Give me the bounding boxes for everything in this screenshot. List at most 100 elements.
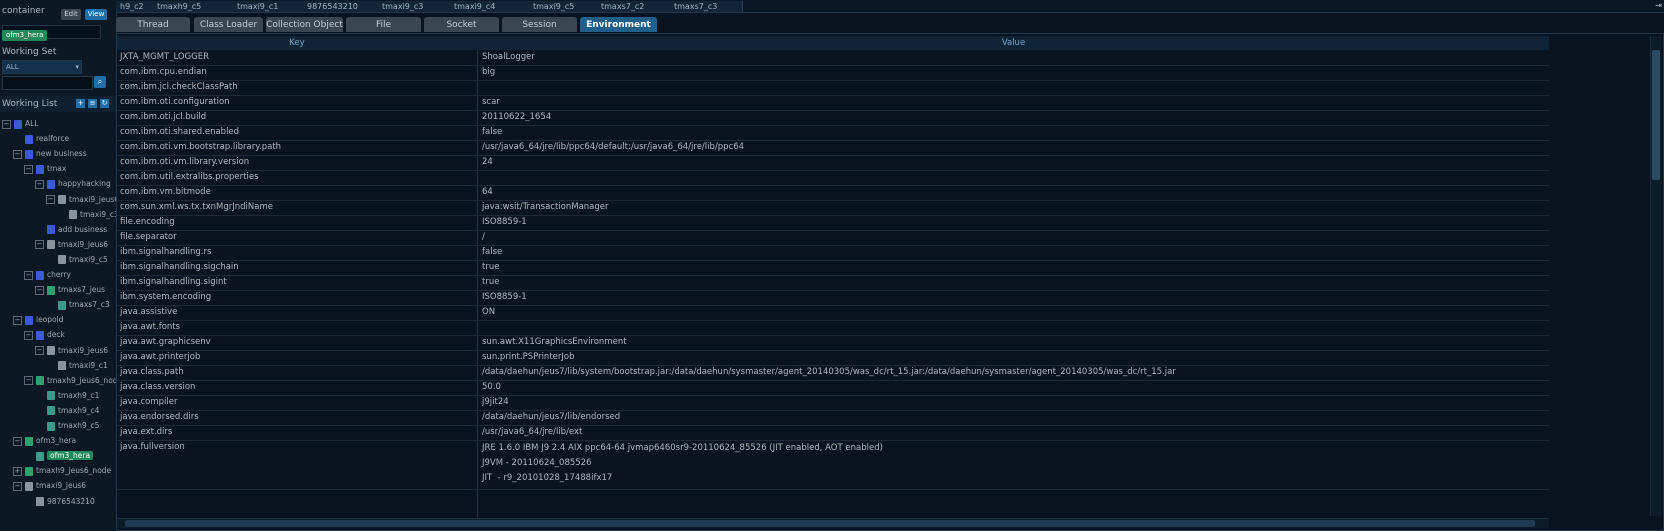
collapse-icon[interactable]: − — [2, 119, 11, 129]
horizontal-scrollbar[interactable] — [117, 518, 1549, 528]
tree-item[interactable]: tmaxi9_c5 — [46, 253, 108, 267]
editor-tab[interactable]: tmaxi9_c3 — [378, 1, 454, 12]
collapse-icon[interactable]: − — [35, 346, 44, 355]
collapse-icon[interactable]: − — [24, 330, 33, 340]
editor-tab[interactable]: h9_c2 — [116, 1, 157, 12]
collapse-icon[interactable]: − — [46, 195, 55, 204]
editor-tab[interactable]: tmaxs7_c2 — [597, 1, 674, 12]
editor-tab[interactable]: tmaxs7_c3 — [670, 1, 743, 12]
scrollbar-thumb[interactable] — [1652, 50, 1660, 180]
table-row[interactable]: java.awt.graphicsenv sun.awt.X11GraphicsE… — [117, 335, 1549, 351]
table-row[interactable]: java.class.version 50.0 — [117, 380, 1549, 396]
table-row[interactable]: java.assistive ON — [117, 305, 1549, 321]
table-row[interactable]: JXTA_MGMT_LOGGER ShoalLogger — [117, 50, 1549, 66]
table-row[interactable]: com.ibm.oti.configuration scar — [117, 95, 1549, 111]
add-icon[interactable]: + — [76, 99, 85, 108]
collapse-icon[interactable]: − — [13, 149, 22, 159]
list-icon[interactable]: ≡ — [88, 99, 97, 108]
table-row[interactable]: com.ibm.util.extralibs.properties — [117, 170, 1549, 186]
tree-item[interactable]: − tmaxs7_jeus — [35, 283, 105, 297]
table-row[interactable]: ibm.system.encoding ISO8859-1 — [117, 290, 1549, 306]
tree-item[interactable]: − cherry — [24, 268, 71, 282]
tree-item[interactable]: − deck — [24, 328, 65, 342]
tree-item[interactable]: + tmaxh9_jeus6_node — [13, 464, 111, 478]
table-row[interactable]: com.ibm.jcl.checkClassPath — [117, 80, 1549, 96]
tree-item[interactable]: realforce — [13, 132, 69, 146]
tab-file[interactable]: File — [346, 17, 421, 32]
table-row[interactable]: java.awt.fonts — [117, 320, 1549, 336]
collapse-icon[interactable]: − — [35, 179, 44, 189]
collapse-icon[interactable]: − — [24, 376, 33, 386]
editor-tab[interactable]: tmaxi9_c4 — [450, 1, 533, 12]
table-row[interactable]: ibm.signalhandling.sigint true — [117, 275, 1549, 291]
editor-tab[interactable]: 9876543210 — [303, 1, 382, 12]
tab-socket[interactable]: Socket — [424, 17, 499, 32]
collapse-icon[interactable]: − — [35, 285, 44, 295]
tree-item[interactable]: − happyhacking — [35, 177, 111, 191]
table-row[interactable]: java.ext.dirs/usr/java6_64/jre/lib/ext — [117, 425, 1549, 441]
expand-icon[interactable]: + — [13, 466, 22, 476]
tree-item[interactable]: tmaxh9_c4 — [35, 404, 99, 418]
table-row[interactable]: java.endorsed.dirs/data/daehun/jeus7/lib… — [117, 410, 1549, 426]
table-row[interactable]: com.ibm.cpu.endian big — [117, 65, 1549, 81]
working-set-select[interactable]: ALL ▾ — [2, 60, 82, 74]
tree-item[interactable]: tmaxi9_c1 — [46, 359, 108, 373]
tree-item[interactable]: ofm3_hera — [24, 449, 94, 463]
editor-tab[interactable]: tmaxi9_c1 — [233, 1, 307, 12]
tab-class-loader[interactable]: Class Loader — [194, 17, 263, 32]
table-row[interactable]: com.ibm.oti.vm.bootstrap.library.path/us… — [117, 140, 1549, 156]
search-icon[interactable]: ⌕ — [94, 76, 106, 88]
editor-tab[interactable]: tmaxh9_c5 — [153, 1, 237, 12]
tree-item[interactable]: − tmax — [24, 162, 66, 176]
edit-button[interactable]: Edit — [61, 9, 81, 20]
tree-item[interactable]: tmaxh9_c1 — [35, 389, 99, 403]
collapse-icon[interactable]: − — [13, 481, 22, 491]
tree-item[interactable]: − tmaxi9_jeus6 — [35, 344, 108, 358]
table-row[interactable]: java.class.path/data/daehun/jeus7/lib/sy… — [117, 365, 1549, 381]
table-row[interactable]: ibm.signalhandling.sigchain true — [117, 260, 1549, 276]
key-column-header[interactable]: Key — [117, 36, 477, 50]
table-row[interactable]: java.fullversion JRE 1.6.0 IBM J9 2.4 AIX… — [117, 440, 1549, 490]
collapse-icon[interactable]: − — [13, 315, 22, 325]
table-row[interactable]: java.awt.printerjob sun.print.PSPrinterJo… — [117, 350, 1549, 366]
table-row[interactable]: ibm.signalhandling.rs false — [117, 245, 1549, 261]
table-row[interactable]: file.encoding ISO8859-1 — [117, 215, 1549, 231]
table-row[interactable]: com.ibm.oti.shared.enabled false — [117, 125, 1549, 141]
collapse-icon[interactable]: − — [13, 436, 22, 446]
tree-item[interactable]: tmaxi9_c3 — [57, 208, 116, 222]
tab-session[interactable]: Session — [502, 17, 577, 32]
scrollbar-thumb[interactable] — [125, 520, 1535, 527]
search-input[interactable] — [2, 76, 93, 90]
table-row[interactable]: com.ibm.vm.bitmode 64 — [117, 185, 1549, 201]
tree-item[interactable]: − ofm3_hera — [13, 434, 76, 448]
refresh-icon[interactable]: ↻ — [100, 99, 109, 108]
collapse-icon[interactable]: − — [35, 240, 44, 250]
tab-collection-object[interactable]: Collection Object — [266, 17, 343, 32]
table-row[interactable]: com.ibm.oti.jcl.build 20110622_1654 — [117, 110, 1549, 126]
tab-list-icon[interactable]: ⇥ — [1655, 0, 1662, 12]
table-row[interactable]: com.ibm.oti.vm.library.version 24 — [117, 155, 1549, 171]
tree-item[interactable]: 9876543210 — [24, 495, 95, 509]
table-row[interactable]: file.separator / — [117, 230, 1549, 246]
table-row[interactable]: com.sun.xml.ws.tx.txnMgrJndiName java:wsi… — [117, 200, 1549, 216]
collapse-icon[interactable]: − — [24, 270, 33, 280]
collapse-icon[interactable]: − — [24, 164, 33, 174]
tree-item[interactable]: − new business — [13, 147, 87, 161]
tree-item[interactable]: tmaxh9_c5 — [35, 419, 99, 433]
editor-tab[interactable]: tmaxi9_c5 — [529, 1, 601, 12]
selected-container-tag[interactable]: ofm3_hera — [2, 30, 48, 41]
tab-environment[interactable]: Environment — [580, 17, 657, 32]
tree-item[interactable]: − tmaxh9_jeus6_node — [24, 374, 116, 388]
tree-item[interactable]: − tmaxi9_jeus6 — [46, 193, 116, 207]
tab-thread[interactable]: Thread — [116, 17, 190, 32]
view-button[interactable]: View — [85, 9, 107, 20]
tree-item[interactable]: − ALL — [2, 117, 39, 131]
tree-item[interactable]: − leopold — [13, 313, 63, 327]
vertical-scrollbar[interactable] — [1650, 36, 1661, 516]
tree-item[interactable]: tmaxs7_c3 — [46, 298, 110, 312]
table-row[interactable]: java.compiler j9jit24 — [117, 395, 1549, 411]
value-column-header[interactable]: Value — [478, 36, 1549, 50]
tree-item[interactable]: − tmaxi9_jeus6 — [13, 479, 86, 493]
tree-item[interactable]: add business — [35, 223, 107, 237]
tree-item[interactable]: − tmaxi9_jeus6 — [35, 238, 108, 252]
